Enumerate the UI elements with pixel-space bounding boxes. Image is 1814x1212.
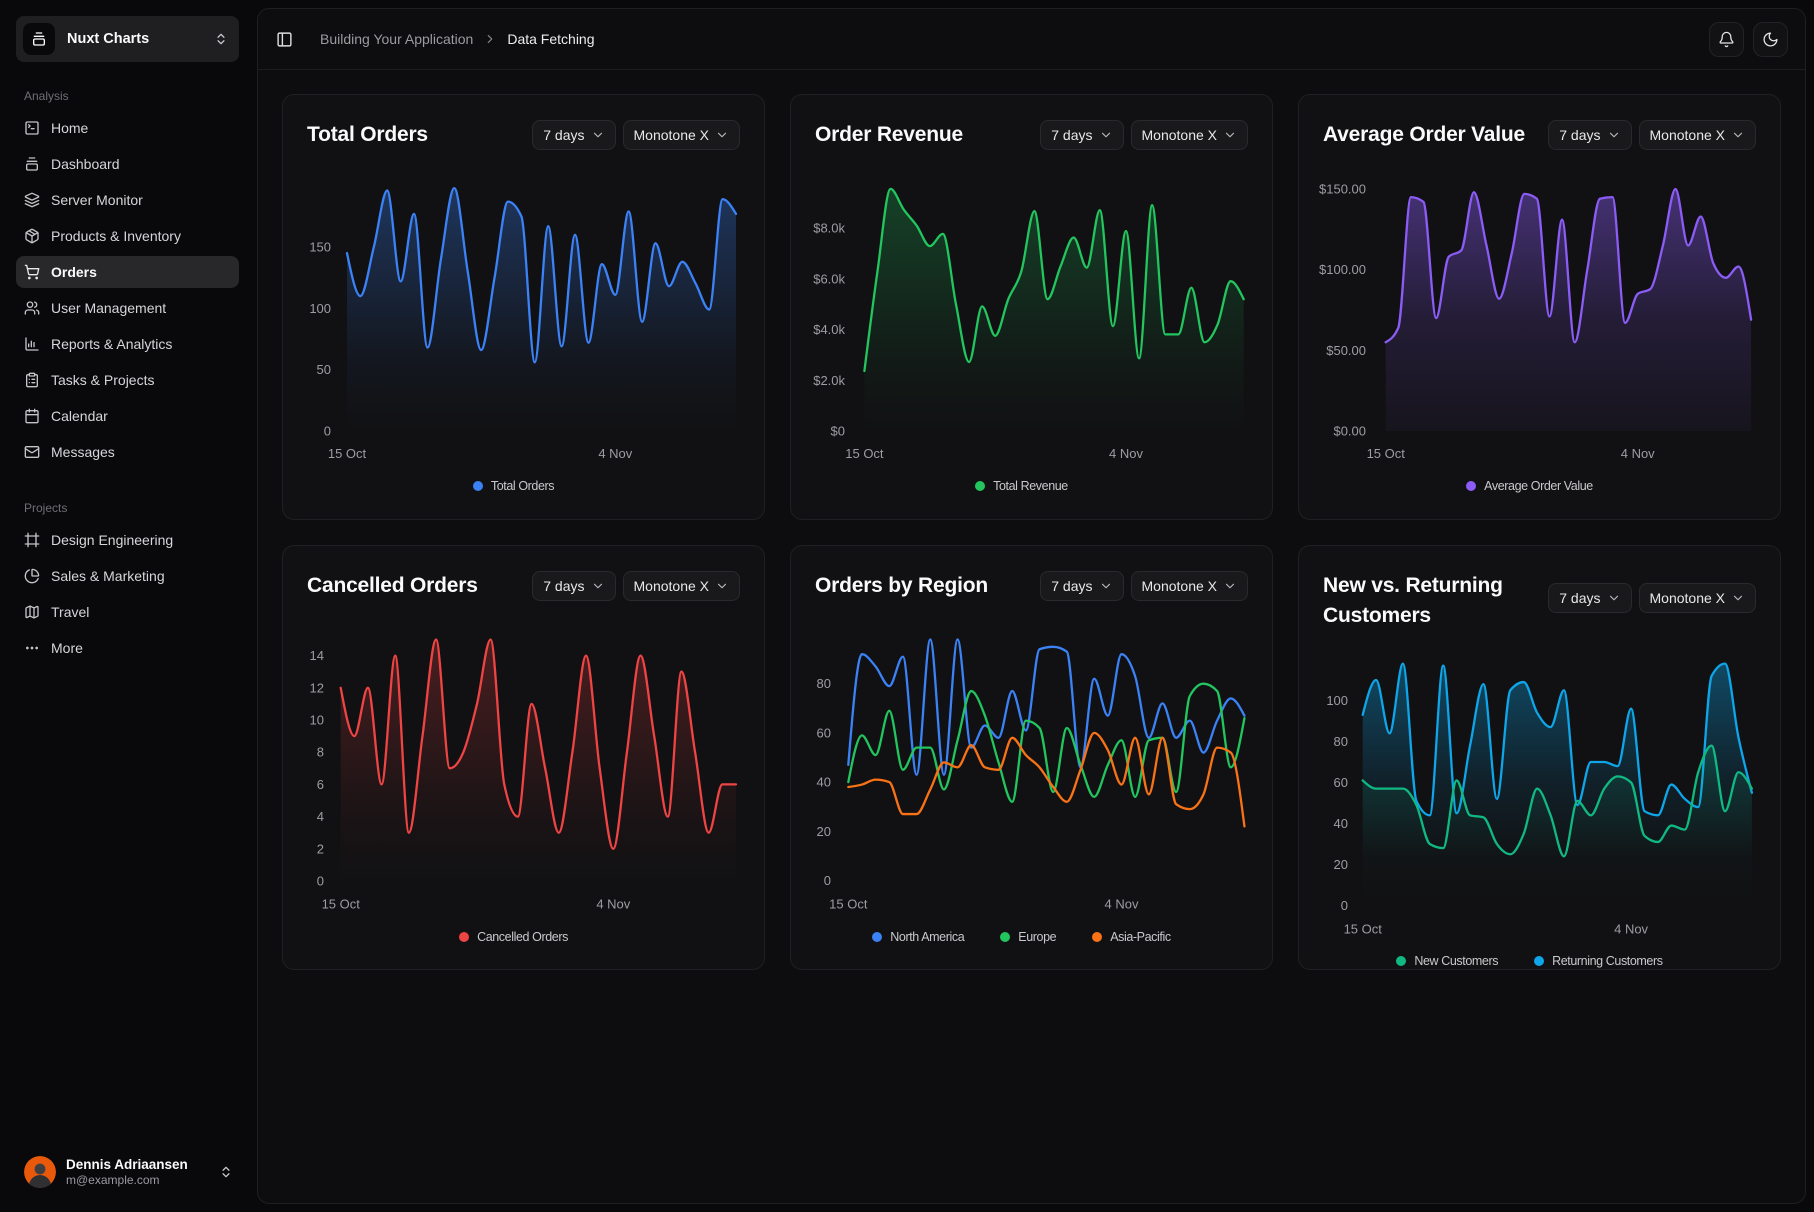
svg-text:4 Nov: 4 Nov xyxy=(1105,896,1139,911)
svg-text:0: 0 xyxy=(824,872,831,887)
svg-text:40: 40 xyxy=(817,774,831,789)
svg-text:4 Nov: 4 Nov xyxy=(1109,446,1143,461)
svg-text:2: 2 xyxy=(317,841,324,856)
svg-text:$0.00: $0.00 xyxy=(1333,423,1366,438)
svg-text:15 Oct: 15 Oct xyxy=(845,446,884,461)
svg-text:0: 0 xyxy=(324,423,331,438)
svg-text:40: 40 xyxy=(1334,815,1348,830)
svg-text:15 Oct: 15 Oct xyxy=(322,896,361,911)
svg-text:80: 80 xyxy=(1334,734,1348,749)
svg-text:12: 12 xyxy=(310,680,324,695)
svg-text:80: 80 xyxy=(817,676,831,691)
svg-text:150: 150 xyxy=(309,240,331,255)
svg-text:$8.0k: $8.0k xyxy=(813,221,845,236)
svg-text:20: 20 xyxy=(1334,856,1348,871)
svg-text:$150.00: $150.00 xyxy=(1319,182,1366,197)
svg-text:$6.0k: $6.0k xyxy=(813,271,845,286)
svg-text:0: 0 xyxy=(317,873,324,888)
svg-text:100: 100 xyxy=(1326,693,1348,708)
svg-text:15 Oct: 15 Oct xyxy=(829,896,868,911)
svg-text:0: 0 xyxy=(1341,897,1348,912)
svg-text:60: 60 xyxy=(817,725,831,740)
svg-text:60: 60 xyxy=(1334,774,1348,789)
svg-text:4 Nov: 4 Nov xyxy=(596,896,630,911)
svg-text:10: 10 xyxy=(310,712,324,727)
svg-text:4 Nov: 4 Nov xyxy=(1614,921,1648,936)
svg-text:15 Oct: 15 Oct xyxy=(1344,921,1383,936)
svg-text:4 Nov: 4 Nov xyxy=(1621,446,1655,461)
svg-text:$4.0k: $4.0k xyxy=(813,322,845,337)
svg-text:4: 4 xyxy=(317,809,324,824)
svg-text:15 Oct: 15 Oct xyxy=(328,446,367,461)
svg-text:50: 50 xyxy=(317,362,331,377)
svg-text:$0: $0 xyxy=(831,423,845,438)
svg-text:100: 100 xyxy=(309,301,331,316)
svg-text:4 Nov: 4 Nov xyxy=(598,446,632,461)
svg-text:8: 8 xyxy=(317,744,324,759)
svg-text:$2.0k: $2.0k xyxy=(813,373,845,388)
svg-text:$50.00: $50.00 xyxy=(1326,343,1366,358)
svg-text:15 Oct: 15 Oct xyxy=(1367,446,1406,461)
svg-text:14: 14 xyxy=(310,648,324,663)
svg-text:6: 6 xyxy=(317,776,324,791)
svg-text:20: 20 xyxy=(817,823,831,838)
svg-text:$100.00: $100.00 xyxy=(1319,262,1366,277)
